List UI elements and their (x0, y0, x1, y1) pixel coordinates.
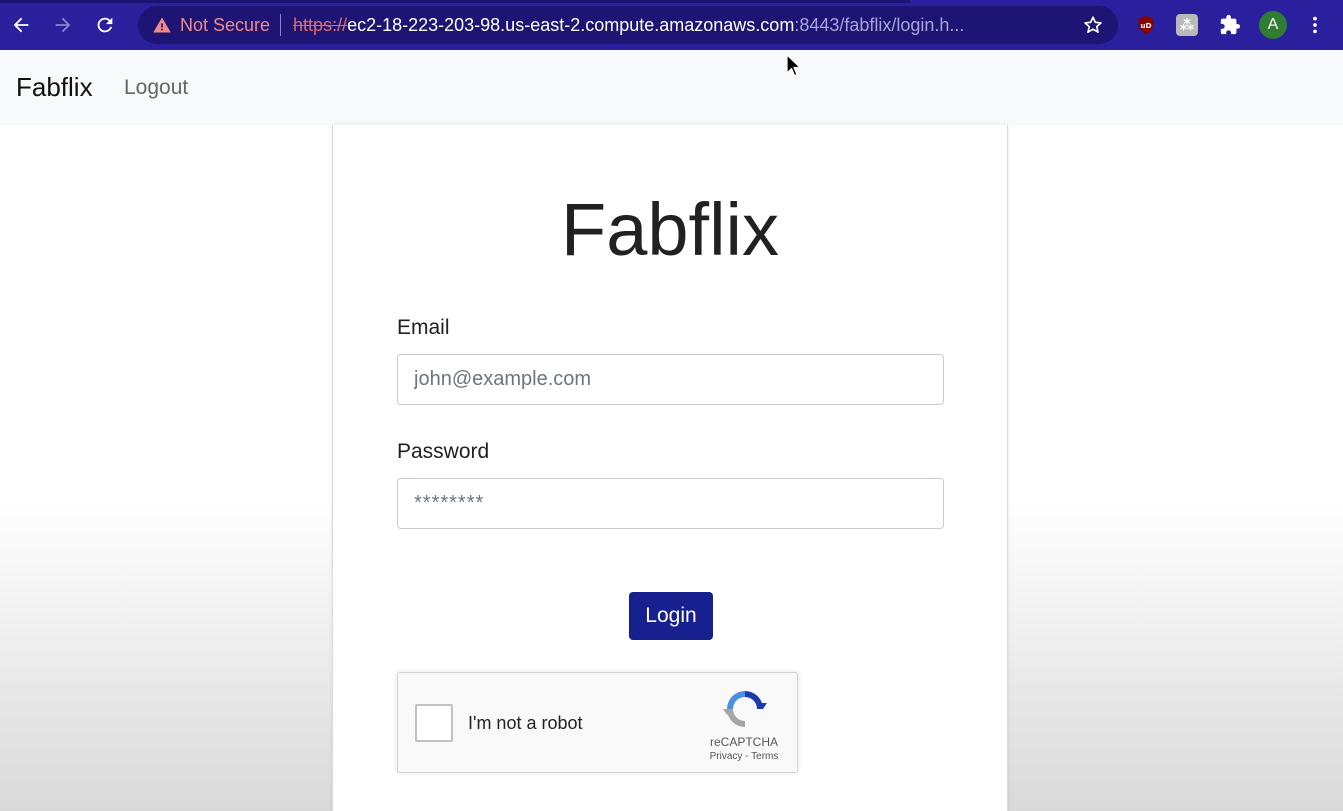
security-status[interactable]: Not Secure (180, 15, 270, 36)
recaptcha-link-separator: - (742, 751, 752, 762)
email-label: Email (397, 316, 450, 339)
mouse-cursor-icon (786, 54, 801, 77)
reload-icon (97, 17, 113, 33)
navbar-brand[interactable]: Fabflix (16, 72, 93, 103)
password-label: Password (397, 440, 490, 463)
recaptcha-terms-link[interactable]: Terms (751, 751, 778, 762)
email-field[interactable] (397, 354, 944, 405)
recaptcha-label: I'm not a robot (468, 713, 583, 733)
extension-icon[interactable]: ⁂ (1176, 14, 1198, 36)
login-card: Fabflix Email Password Login I'm not a r… (332, 125, 1008, 811)
warning-icon (153, 17, 171, 33)
back-arrow-icon (13, 17, 29, 33)
url-scheme: https:// (293, 14, 348, 35)
recaptcha-privacy-link[interactable]: Privacy (710, 751, 743, 762)
recaptcha-widget: I'm not a robot reCAPTCHA Privacy - Term… (397, 672, 798, 773)
browser-toolbar: Not Secure https://ec2-18-223-203-98.us-… (0, 0, 1343, 50)
recaptcha-checkbox[interactable] (415, 704, 453, 742)
loading-bar (0, 0, 910, 3)
more-vert-icon[interactable] (1303, 13, 1327, 37)
url-path: :8443/fabflix/login.h... (794, 14, 965, 35)
page-title: Fabflix (561, 188, 779, 271)
recaptcha-brand: reCAPTCHA (709, 735, 778, 749)
password-field[interactable] (397, 478, 944, 529)
ublock-icon[interactable]: uD (1134, 13, 1158, 37)
profile-avatar[interactable]: A (1259, 11, 1287, 39)
forward-button[interactable] (42, 0, 84, 50)
address-bar[interactable]: Not Secure https://ec2-18-223-203-98.us-… (138, 6, 1118, 44)
star-icon[interactable] (1082, 14, 1104, 36)
recaptcha-links: Privacy - Terms (688, 751, 800, 762)
omnibox-divider (280, 14, 282, 36)
login-button[interactable]: Login (629, 592, 713, 640)
svg-text:uD: uD (1140, 21, 1151, 30)
logout-link[interactable]: Logout (124, 76, 188, 100)
recaptcha-logo-icon (723, 691, 767, 727)
puzzle-icon[interactable] (1218, 13, 1242, 37)
forward-arrow-icon (55, 17, 71, 33)
reload-button[interactable] (84, 0, 126, 50)
site-navbar: Fabflix Logout (0, 50, 1343, 125)
back-button[interactable] (0, 0, 42, 50)
url-host: ec2-18-223-203-98.us-east-2.compute.amaz… (347, 14, 795, 35)
